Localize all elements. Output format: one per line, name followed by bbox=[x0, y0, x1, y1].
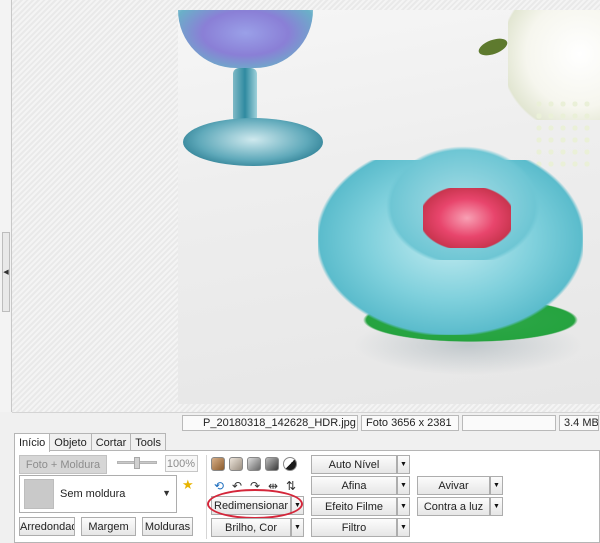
frame-thumbnail bbox=[24, 479, 54, 509]
invert-swatch-icon[interactable] bbox=[283, 457, 297, 471]
brightness-dropdown-arrow[interactable]: ▼ bbox=[291, 518, 304, 537]
gray-swatch-icon[interactable] bbox=[247, 457, 261, 471]
status-filesize: 3.4 MB bbox=[559, 415, 599, 431]
ribbon-tabs: Início Objeto Cortar Tools bbox=[14, 433, 166, 452]
sharpen-button[interactable]: Afina bbox=[311, 476, 397, 495]
opacity-value[interactable]: 100% bbox=[165, 455, 198, 472]
sharpen-dropdown-arrow[interactable]: ▼ bbox=[397, 476, 410, 495]
group-separator bbox=[206, 455, 207, 539]
dark-gray-swatch-icon[interactable] bbox=[265, 457, 279, 471]
auto-level-dropdown-arrow[interactable]: ▼ bbox=[397, 455, 410, 474]
left-panel-strip: ◀ bbox=[0, 0, 12, 412]
photo-preview[interactable] bbox=[178, 10, 600, 404]
photo-plus-frame-button[interactable]: Foto + Moldura bbox=[19, 455, 107, 474]
redo-icon[interactable]: ↷ bbox=[247, 478, 263, 494]
film-effect-button[interactable]: Efeito Filme bbox=[311, 497, 397, 516]
backlight-button[interactable]: Contra a luz bbox=[417, 497, 490, 516]
warm-gray-swatch-icon[interactable] bbox=[229, 457, 243, 471]
brightness-color-button[interactable]: Brilho, Cor bbox=[211, 518, 291, 537]
enhance-button[interactable]: Avivar bbox=[417, 476, 490, 495]
flip-horizontal-icon[interactable]: ⇹ bbox=[265, 478, 281, 494]
rotate-icon[interactable]: ⟲ bbox=[211, 478, 227, 494]
filter-button[interactable]: Filtro bbox=[311, 518, 397, 537]
frames-button[interactable]: Molduras bbox=[142, 517, 193, 536]
tab-cortar[interactable]: Cortar bbox=[90, 433, 132, 451]
tab-tools[interactable]: Tools bbox=[130, 433, 166, 451]
collapse-panel-handle[interactable]: ◀ bbox=[2, 232, 10, 312]
photo-glass-bowl bbox=[178, 10, 313, 68]
ribbon-panel: Foto + Moldura 100% Sem moldura ▼ ★ Arre… bbox=[14, 450, 600, 543]
film-effect-dropdown-arrow[interactable]: ▼ bbox=[397, 497, 410, 516]
auto-level-button[interactable]: Auto Nível bbox=[311, 455, 397, 474]
status-bar: P_20180318_142628_HDR.jpg Foto 3656 x 23… bbox=[12, 412, 600, 432]
sepia-swatch-icon[interactable] bbox=[211, 457, 225, 471]
enhance-dropdown-arrow[interactable]: ▼ bbox=[490, 476, 503, 495]
status-extra bbox=[462, 415, 556, 431]
photo-glass-stem bbox=[233, 68, 257, 123]
opacity-slider[interactable] bbox=[117, 457, 157, 469]
frame-select[interactable]: Sem moldura ▼ bbox=[19, 475, 177, 513]
resize-dropdown-arrow[interactable]: ▼ bbox=[291, 496, 304, 515]
photo-rose-center bbox=[423, 188, 511, 248]
frame-selected-label: Sem moldura bbox=[60, 488, 126, 500]
backlight-dropdown-arrow[interactable]: ▼ bbox=[490, 497, 503, 516]
flip-vertical-icon[interactable]: ⇅ bbox=[283, 478, 299, 494]
tab-inicio[interactable]: Início bbox=[14, 433, 51, 452]
opacity-slider-thumb[interactable] bbox=[134, 457, 140, 469]
photo-glass-base bbox=[183, 118, 323, 166]
chevron-left-icon: ◀ bbox=[3, 269, 9, 276]
photo-leaf bbox=[476, 35, 510, 59]
filter-dropdown-arrow[interactable]: ▼ bbox=[397, 518, 410, 537]
status-dimensions: Foto 3656 x 2381 bbox=[361, 415, 459, 431]
chevron-down-icon: ▼ bbox=[162, 488, 171, 498]
rounded-button[interactable]: Arredondado bbox=[19, 517, 75, 536]
status-filename: P_20180318_142628_HDR.jpg bbox=[182, 415, 358, 431]
undo-icon[interactable]: ↶ bbox=[229, 478, 245, 494]
resize-button[interactable]: Redimensionar bbox=[211, 496, 291, 515]
tab-objeto[interactable]: Objeto bbox=[49, 433, 92, 451]
margin-button[interactable]: Margem bbox=[81, 517, 136, 536]
star-icon[interactable]: ★ bbox=[182, 477, 194, 493]
